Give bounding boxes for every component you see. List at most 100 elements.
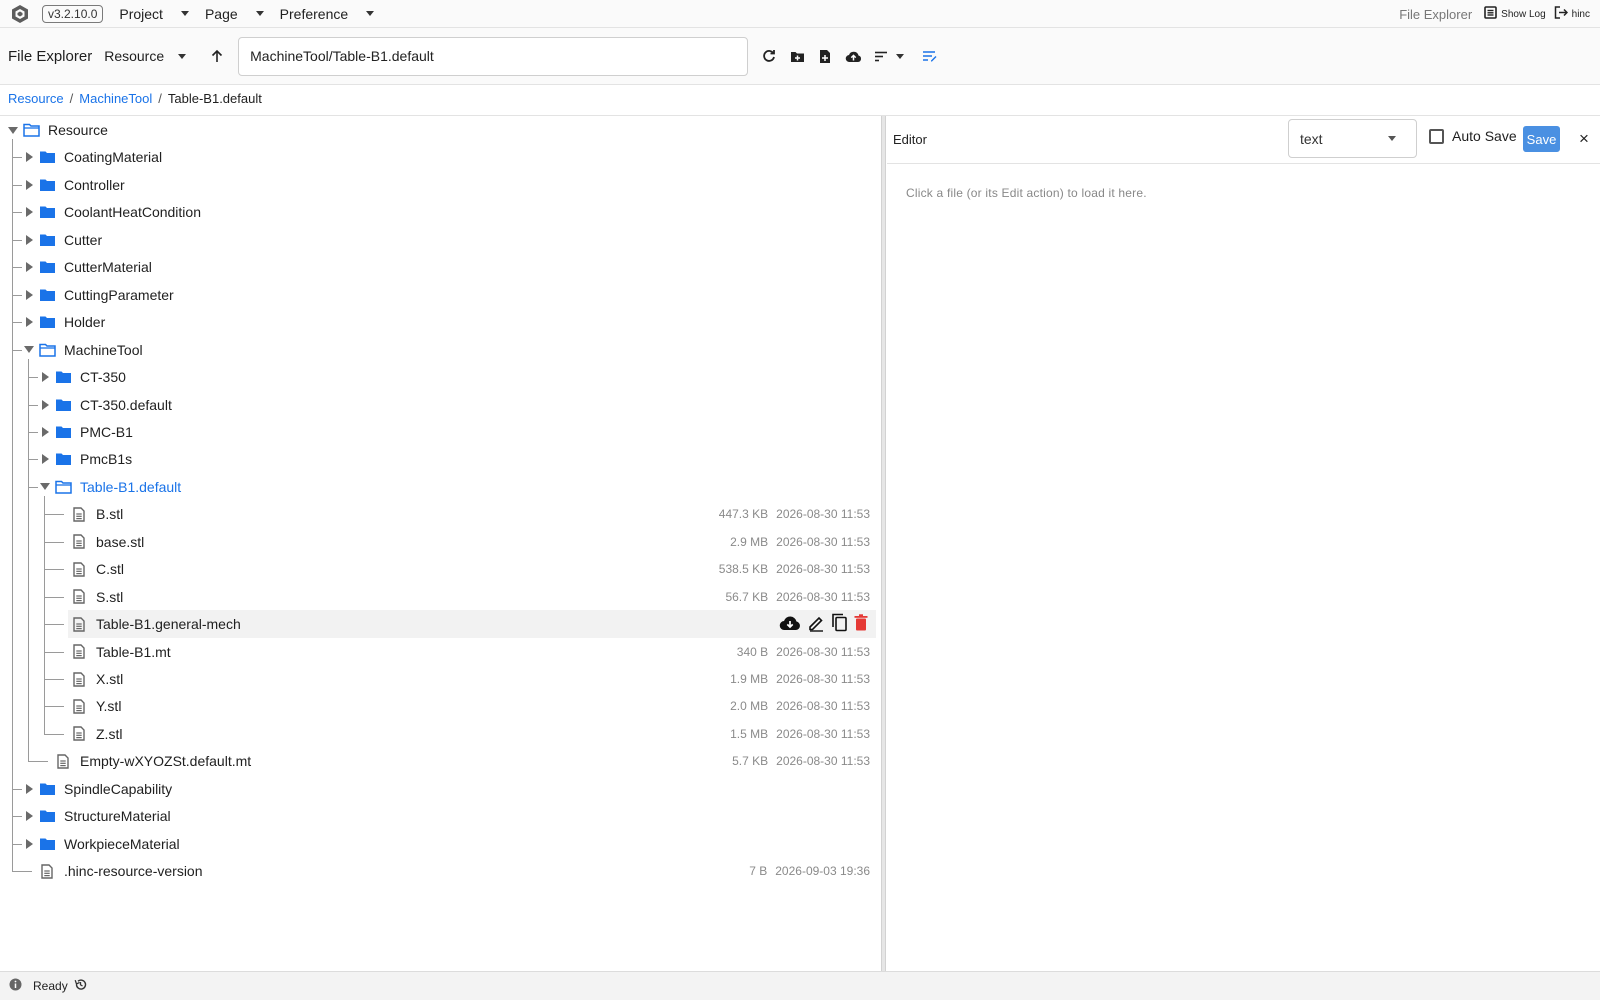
tree-file-row[interactable]: S.stl 56.7 KB 2026-08-30 11:53 <box>0 583 870 611</box>
wrap-text-button[interactable] <box>920 47 938 65</box>
sort-menu-button[interactable] <box>894 47 906 65</box>
tree-folder-row[interactable]: WorkpieceMaterial <box>0 830 870 858</box>
tree-folder-row[interactable]: CoolantHeatCondition <box>0 198 870 226</box>
tree-guide-line <box>12 871 32 873</box>
tree-folder-row[interactable]: PmcB1s <box>0 445 870 473</box>
menu-preference[interactable]: Preference <box>280 6 375 22</box>
tree-guide-line <box>12 294 22 296</box>
breadcrumb-resource[interactable]: Resource <box>8 91 64 106</box>
user-label[interactable]: hinc <box>1572 9 1590 20</box>
menu-project[interactable]: Project <box>119 6 189 22</box>
file-meta: 1.5 MB 2026-08-30 11:53 <box>730 727 870 741</box>
tree-folder-row[interactable]: StructureMaterial <box>0 802 870 830</box>
file-date: 2026-08-30 11:53 <box>776 754 870 769</box>
caret-right-icon[interactable] <box>24 783 34 794</box>
log-icon[interactable] <box>1484 6 1497 22</box>
tree-file-row[interactable]: X.stl 1.9 MB 2026-08-30 11:53 <box>0 665 870 693</box>
tree-file-row[interactable]: .hinc-resource-version 7 B 2026-09-03 19:3… <box>0 857 870 885</box>
caret-right-icon[interactable] <box>24 152 34 163</box>
tree-folder-row[interactable]: SpindleCapability <box>0 775 870 803</box>
tree-file-row[interactable]: Empty-wXYOZSt.default.mt 5.7 KB 2026-08-30… <box>0 747 870 775</box>
save-button[interactable]: Save <box>1523 126 1560 152</box>
tree-folder-row[interactable]: CT-350 <box>0 363 870 391</box>
logout-icon[interactable] <box>1554 6 1568 22</box>
breadcrumb-machinetool[interactable]: MachineTool <box>79 91 152 106</box>
caret-right-icon[interactable] <box>24 207 34 218</box>
folder-icon <box>38 258 56 276</box>
folder-icon <box>38 807 56 825</box>
sort-button[interactable] <box>872 47 890 65</box>
copy-icon[interactable] <box>831 613 848 635</box>
tree-guide-line <box>44 706 64 708</box>
cloud-upload-icon <box>845 51 861 62</box>
tree-file-row[interactable]: Y.stl 2.0 MB 2026-08-30 11:53 <box>0 692 870 720</box>
editor-title: Editor <box>893 132 927 147</box>
tree-folder-row[interactable]: CoatingMaterial <box>0 143 870 171</box>
pane-splitter[interactable] <box>881 116 886 971</box>
editor-empty-hint: Click a file (or its Edit action) to loa… <box>906 186 1147 200</box>
tree-guide-line <box>44 514 64 516</box>
tree-file-row[interactable]: Table-B1.general-mech <box>44 610 876 639</box>
tree-folder-row[interactable]: MachineTool <box>0 336 870 364</box>
caret-right-icon[interactable] <box>24 262 34 273</box>
go-up-button[interactable] <box>208 49 226 63</box>
new-file-button[interactable] <box>816 47 834 65</box>
caret-right-icon[interactable] <box>24 838 34 849</box>
edit-icon[interactable] <box>807 614 825 635</box>
tree-guide-line <box>28 431 38 433</box>
caret-right-icon[interactable] <box>24 811 34 822</box>
close-editor-button[interactable]: × <box>1574 129 1594 149</box>
tree-file-row[interactable]: C.stl 538.5 KB 2026-08-30 11:53 <box>0 555 870 583</box>
path-input[interactable] <box>238 36 749 76</box>
show-log-button[interactable]: Show Log <box>1501 9 1545 20</box>
file-size: 538.5 KB <box>718 562 769 577</box>
auto-save-checkbox[interactable] <box>1429 128 1444 144</box>
tree-folder-row[interactable]: CutterMaterial <box>0 253 870 281</box>
tree-guide-line <box>44 596 64 598</box>
caret-right-icon[interactable] <box>40 372 50 383</box>
file-icon <box>38 862 56 880</box>
new-folder-button[interactable] <box>788 47 806 65</box>
root-select[interactable]: Resource <box>104 48 187 64</box>
caret-right-icon[interactable] <box>24 179 34 190</box>
tree-folder-row[interactable]: Table-B1.default <box>0 473 870 501</box>
refresh-button[interactable] <box>760 47 778 65</box>
caret-right-icon[interactable] <box>24 317 34 328</box>
app-logo-icon <box>10 4 30 24</box>
upload-button[interactable] <box>844 47 862 65</box>
tree-folder-row[interactable]: CT-350.default <box>0 391 870 419</box>
tree-file-row[interactable]: base.stl 2.9 MB 2026-08-30 11:53 <box>0 528 870 556</box>
file-icon <box>70 725 88 743</box>
caret-right-icon[interactable] <box>40 454 50 465</box>
tree-folder-row[interactable]: Controller <box>0 171 870 199</box>
history-icon[interactable] <box>74 978 87 994</box>
tree-folder-row[interactable]: Resource <box>0 116 870 144</box>
caret-right-icon[interactable] <box>24 234 34 245</box>
download-icon[interactable] <box>779 615 801 634</box>
tree-file-row[interactable]: Table-B1.mt 340 B 2026-08-30 11:53 <box>0 638 870 666</box>
tree-item-label: MachineTool <box>64 341 143 358</box>
tree-folder-row[interactable]: Cutter <box>0 226 870 254</box>
caret-down-icon[interactable] <box>8 125 18 135</box>
caret-right-icon[interactable] <box>24 289 34 300</box>
caret-down-icon[interactable] <box>40 482 50 492</box>
tree-file-row[interactable]: B.stl 447.3 KB 2026-08-30 11:53 <box>0 500 870 528</box>
menu-page[interactable]: Page <box>205 6 264 22</box>
tree-folder-row[interactable]: CuttingParameter <box>0 281 870 309</box>
caret-right-icon[interactable] <box>40 399 50 410</box>
auto-save-toggle[interactable]: Auto Save <box>1429 128 1517 144</box>
tree-item-label: B.stl <box>96 506 124 523</box>
tree-guide-line <box>28 459 38 461</box>
file-date: 2026-08-30 11:53 <box>776 589 870 604</box>
chevron-down-icon <box>178 53 187 59</box>
tree-file-row[interactable]: Z.stl 1.5 MB 2026-08-30 11:53 <box>0 720 870 748</box>
editor-mode-select[interactable]: text <box>1288 119 1417 158</box>
caret-down-icon[interactable] <box>24 345 34 355</box>
file-meta: 2.9 MB 2026-08-30 11:53 <box>730 535 870 549</box>
tree-folder-row[interactable]: PMC-B1 <box>0 418 870 446</box>
caret-right-icon[interactable] <box>40 426 50 437</box>
tree-item-label: CutterMaterial <box>64 259 152 276</box>
delete-icon[interactable] <box>854 614 868 634</box>
folder-icon <box>38 286 56 304</box>
tree-folder-row[interactable]: Holder <box>0 308 870 336</box>
